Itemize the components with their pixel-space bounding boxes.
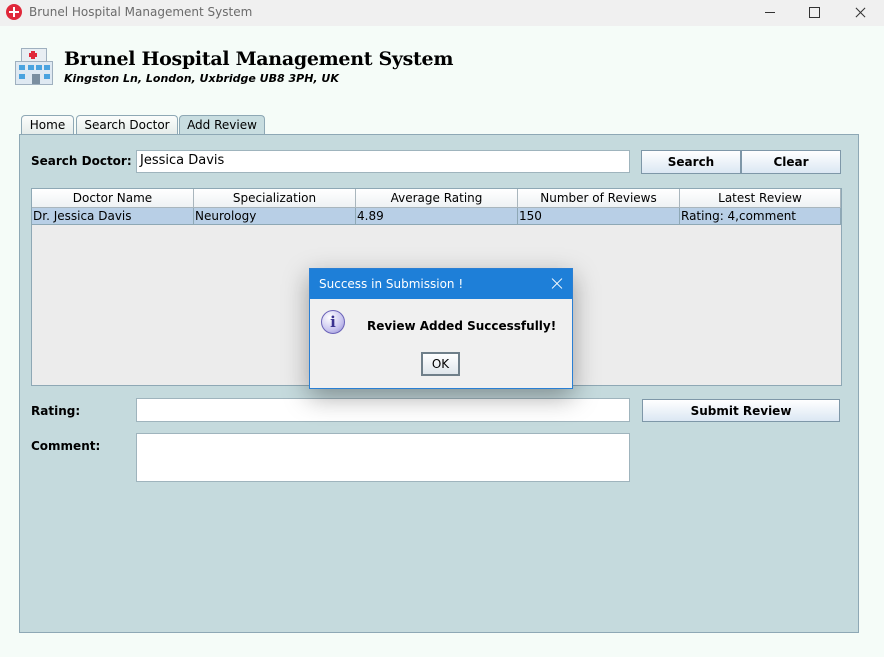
dialog-message: Review Added Successfully! [367,319,557,333]
rating-label: Rating: [31,404,81,418]
dialog-titlebar: Success in Submission ! [310,269,572,299]
table-cell-average-rating[interactable]: 4.89 [356,208,518,225]
minimize-icon [765,12,775,13]
maximize-icon [809,7,820,18]
dialog-title: Success in Submission ! [319,277,464,291]
minimize-button[interactable] [748,0,794,26]
clear-button[interactable]: Clear [741,150,841,174]
hospital-title: Brunel Hospital Management System [64,48,454,70]
window-titlebar: Brunel Hospital Management System [0,0,884,26]
comment-label: Comment: [31,439,101,453]
tab-search-doctor[interactable]: Search Doctor [76,115,178,134]
window-title: Brunel Hospital Management System [29,5,253,19]
rating-input[interactable] [136,398,630,422]
search-button[interactable]: Search [641,150,741,174]
tab-home[interactable]: Home [21,115,74,134]
table-cell-number-of-reviews[interactable]: 150 [518,208,680,225]
information-icon: i [321,310,345,334]
table-cell-latest-review[interactable]: Rating: 4,comment [680,208,841,225]
close-button[interactable] [838,0,884,26]
column-header-latest-review[interactable]: Latest Review [680,189,841,208]
dialog-close-button[interactable] [549,276,565,292]
hospital-cross-icon [6,4,22,20]
comment-textarea[interactable] [136,433,630,482]
hospital-address: Kingston Ln, London, Uxbridge UB8 3PH, U… [64,72,339,85]
ok-button[interactable]: OK [421,352,460,376]
hospital-building-icon [13,48,55,86]
submit-review-button[interactable]: Submit Review [642,399,840,422]
column-header-doctor-name[interactable]: Doctor Name [32,189,194,208]
table-cell-doctor-name[interactable]: Dr. Jessica Davis [32,208,194,225]
success-dialog: Success in Submission ! i Review Added S… [309,268,573,389]
column-header-average-rating[interactable]: Average Rating [356,189,518,208]
search-doctor-input[interactable]: Jessica Davis [136,150,630,173]
tab-add-review[interactable]: Add Review [179,115,265,135]
maximize-button[interactable] [792,0,838,26]
search-doctor-label: Search Doctor: [31,154,132,168]
column-header-number-of-reviews[interactable]: Number of Reviews [518,189,680,208]
table-cell-specialization[interactable]: Neurology [194,208,356,225]
column-header-specialization[interactable]: Specialization [194,189,356,208]
